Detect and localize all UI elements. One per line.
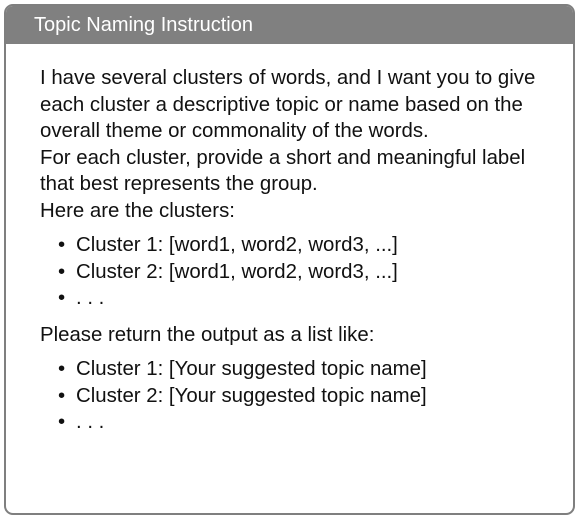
list-item-text: . . . [76, 411, 105, 433]
instruction-box: Topic Naming Instruction I have several … [4, 4, 575, 515]
bullet-icon: • [58, 384, 66, 407]
box-title: Topic Naming Instruction [34, 14, 253, 36]
list-item: • . . . [58, 285, 551, 312]
clusters-list: • Cluster 1: [word1, word2, word3, ...] … [40, 232, 551, 312]
bullet-icon: • [58, 260, 66, 283]
list-item-text: Cluster 1: [word1, word2, word3, ...] [76, 234, 398, 256]
box-content: I have several clusters of words, and I … [6, 44, 573, 436]
list-item: • Cluster 1: [Your suggested topic name] [58, 356, 551, 383]
output-list: • Cluster 1: [Your suggested topic name]… [40, 356, 551, 436]
list-item-text: . . . [76, 287, 105, 309]
output-prompt: Please return the output as a list like: [40, 323, 375, 346]
list-item: • Cluster 1: [word1, word2, word3, ...] [58, 232, 551, 259]
intro-paragraph-2: For each cluster, provide a short and me… [40, 146, 526, 196]
list-item: • Cluster 2: [word1, word2, word3, ...] [58, 259, 551, 286]
list-item-text: Cluster 1: [Your suggested topic name] [76, 358, 427, 380]
list-item-text: Cluster 2: [word1, word2, word3, ...] [76, 260, 398, 283]
box-header: Topic Naming Instruction [6, 6, 573, 44]
bullet-icon: • [58, 411, 66, 433]
list-item: • Cluster 2: [Your suggested topic name] [58, 383, 551, 410]
bullet-icon: • [58, 234, 66, 256]
bullet-icon: • [58, 358, 66, 380]
intro-paragraph-1: I have several clusters of words, and I … [40, 67, 536, 142]
list-item-text: Cluster 2: [Your suggested topic name] [76, 384, 427, 407]
bullet-icon: • [58, 287, 66, 309]
intro-paragraph-3: Here are the clusters: [40, 199, 235, 222]
list-item: • . . . [58, 409, 551, 436]
